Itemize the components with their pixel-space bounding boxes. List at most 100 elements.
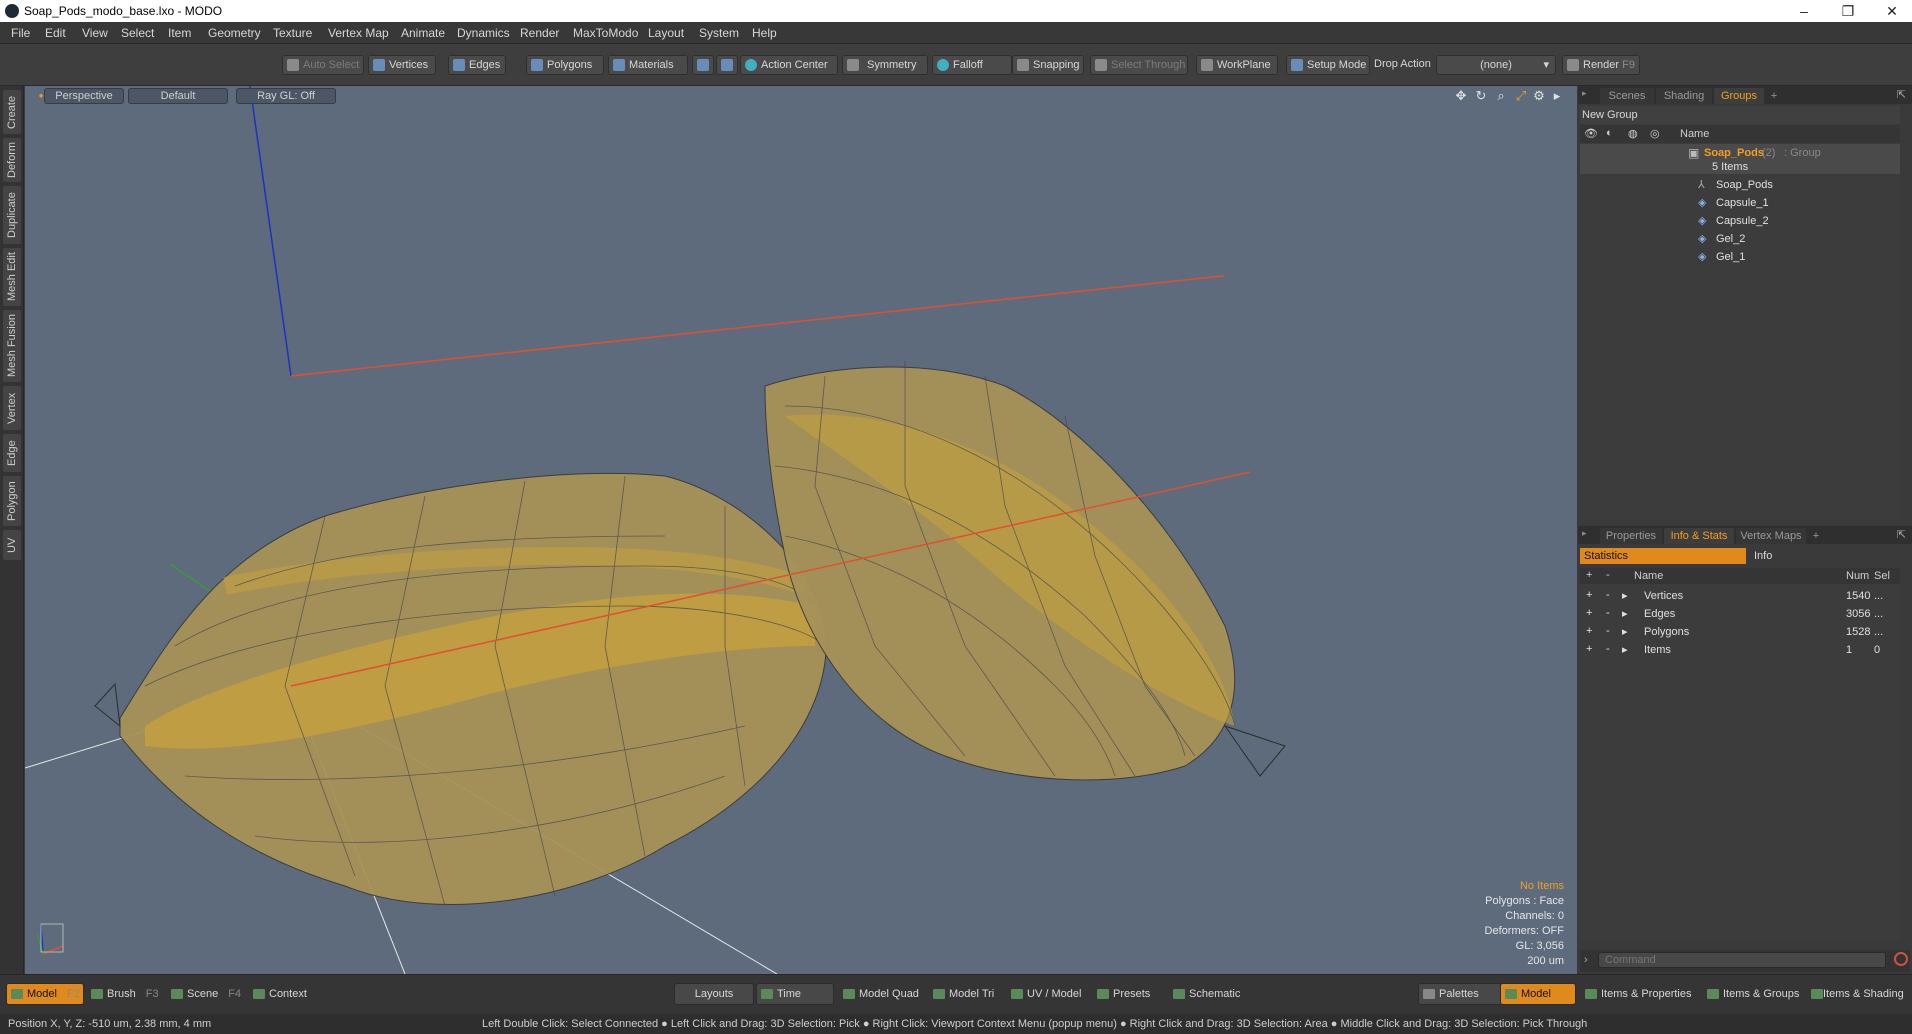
- tab-scenes[interactable]: Scenes: [1600, 88, 1654, 104]
- falloff-button[interactable]: Falloff: [932, 55, 1012, 75]
- raygl-button[interactable]: Ray GL: Off: [236, 88, 336, 104]
- tab-info-stats[interactable]: Info & Stats: [1664, 528, 1734, 544]
- panel-menu-icon[interactable]: ▸: [1582, 88, 1587, 99]
- minus-icon[interactable]: -: [1606, 625, 1610, 637]
- items-groups-tab[interactable]: Items & Groups: [1702, 983, 1806, 1005]
- items-shading-tab[interactable]: Items & Shading: [1806, 983, 1912, 1005]
- drop-action-select[interactable]: (none) ▾: [1436, 55, 1556, 75]
- menu-render[interactable]: Render: [520, 26, 559, 40]
- vertices-button[interactable]: Vertices: [368, 55, 436, 75]
- table-row[interactable]: + - ▸ Polygons 1528...: [1580, 623, 1900, 641]
- statistics-subtab[interactable]: Statistics: [1580, 548, 1746, 564]
- lock-column-icon[interactable]: ◍: [1628, 127, 1638, 140]
- table-row[interactable]: + - ▸ Vertices 1540...: [1580, 587, 1900, 605]
- table-row[interactable]: + - ▸ Edges 3056...: [1580, 605, 1900, 623]
- model-layout-button[interactable]: Model F2: [6, 983, 84, 1005]
- panel-menu-icon[interactable]: ▸: [1582, 528, 1587, 539]
- visibility-column-eye-icon[interactable]: 👁: [1584, 127, 1598, 140]
- menu-item[interactable]: Item: [168, 26, 191, 40]
- menu-dynamics[interactable]: Dynamics: [457, 26, 510, 40]
- tab-vertex-maps[interactable]: Vertex Maps: [1736, 528, 1806, 544]
- menu-help[interactable]: Help: [752, 26, 777, 40]
- tab-groups[interactable]: Groups: [1714, 88, 1764, 104]
- menu-vertex-map[interactable]: Vertex Map: [328, 26, 389, 40]
- menu-geometry[interactable]: Geometry: [208, 26, 261, 40]
- presets-button[interactable]: Presets: [1092, 983, 1168, 1005]
- command-history-icon[interactable]: [1894, 952, 1908, 966]
- minus-icon[interactable]: -: [1606, 607, 1610, 619]
- view-mode-button[interactable]: Perspective: [44, 88, 124, 104]
- tab-properties[interactable]: Properties: [1600, 528, 1662, 544]
- new-group-button[interactable]: New Group: [1582, 109, 1638, 121]
- command-input[interactable]: [1598, 952, 1886, 968]
- tab-mesh-edit[interactable]: Mesh Edit: [3, 248, 21, 306]
- tab-duplicate[interactable]: Duplicate: [3, 186, 21, 244]
- plus-icon[interactable]: +: [1586, 607, 1592, 619]
- items-properties-tab[interactable]: Items & Properties: [1580, 983, 1702, 1005]
- select-through-button[interactable]: Select Through: [1090, 55, 1188, 75]
- soap-pod-right-mesh[interactable]: [764, 361, 1286, 781]
- render-column-icon[interactable]: ◐: [1606, 127, 1613, 139]
- action-center-button[interactable]: Action Center: [740, 55, 838, 75]
- select-column-icon[interactable]: ◎: [1650, 127, 1660, 140]
- minus-icon[interactable]: -: [1606, 643, 1610, 655]
- time-button[interactable]: Time: [756, 983, 834, 1005]
- tab-deform[interactable]: Deform: [3, 138, 21, 182]
- snapping-button[interactable]: Snapping: [1012, 55, 1084, 75]
- model-workspace-button[interactable]: Model: [1500, 983, 1576, 1005]
- minimize-button[interactable]: –: [1784, 1, 1824, 21]
- schematic-button[interactable]: Schematic: [1168, 983, 1260, 1005]
- render-button[interactable]: Render F9: [1562, 55, 1640, 75]
- plus-icon[interactable]: +: [1586, 625, 1592, 637]
- brush-layout-button[interactable]: Brush F3: [86, 983, 164, 1005]
- tab-create[interactable]: Create: [3, 90, 21, 134]
- menu-layout[interactable]: Layout: [648, 26, 684, 40]
- menu-select[interactable]: Select: [121, 26, 154, 40]
- shading-mode-button[interactable]: Default: [128, 88, 228, 104]
- model-quad-button[interactable]: Model Quad: [838, 983, 928, 1005]
- maximize-button[interactable]: ❐: [1828, 1, 1868, 21]
- list-item[interactable]: ◈ Capsule_2: [1580, 212, 1900, 230]
- menu-texture[interactable]: Texture: [273, 26, 312, 40]
- list-item[interactable]: ◈ Gel_1: [1580, 248, 1900, 266]
- menu-edit[interactable]: Edit: [45, 26, 66, 40]
- materials-button[interactable]: Materials: [608, 55, 688, 75]
- table-row[interactable]: + - ▸ Items 1 0: [1580, 641, 1900, 659]
- info-subtab[interactable]: Info: [1748, 548, 1900, 564]
- pan-icon[interactable]: ✥: [1453, 88, 1469, 104]
- tab-shading[interactable]: Shading: [1656, 88, 1712, 104]
- expand-arrow-icon[interactable]: ▸: [1622, 643, 1628, 656]
- rotate-icon[interactable]: ↻: [1473, 88, 1489, 104]
- panel-popout-icon[interactable]: ⇱: [1897, 528, 1906, 541]
- uv-model-button[interactable]: UV / Model: [1006, 983, 1092, 1005]
- viewport-scene[interactable]: [25, 86, 1577, 974]
- plus-icon[interactable]: +: [1586, 589, 1592, 601]
- palettes-button[interactable]: Palettes: [1418, 983, 1502, 1005]
- edges-button[interactable]: Edges: [448, 55, 506, 75]
- workplane-button[interactable]: WorkPlane: [1196, 55, 1278, 75]
- expand-arrow-icon[interactable]: ▸: [1622, 589, 1628, 602]
- context-layout-button[interactable]: Context: [248, 983, 322, 1005]
- menu-view[interactable]: View: [82, 26, 108, 40]
- expand-arrow-icon[interactable]: ▸: [1622, 625, 1628, 638]
- setup-mode-button[interactable]: Setup Mode: [1286, 55, 1370, 75]
- menu-animate[interactable]: Animate: [401, 26, 445, 40]
- list-item[interactable]: ⅄ Soap_Pods: [1580, 176, 1900, 194]
- tab-mesh-fusion[interactable]: Mesh Fusion: [3, 310, 21, 382]
- symmetry-button[interactable]: Symmetry: [842, 55, 928, 75]
- 3d-viewport[interactable]: [25, 86, 1577, 974]
- list-item[interactable]: ◈ Gel_2: [1580, 230, 1900, 248]
- add-tab-button[interactable]: +: [1808, 528, 1824, 544]
- zoom-icon[interactable]: ⌕: [1493, 88, 1509, 104]
- expand-all-icon[interactable]: +: [1586, 569, 1592, 581]
- tab-uv[interactable]: UV: [3, 530, 21, 560]
- select-mode-b-button[interactable]: [716, 55, 738, 75]
- tab-polygon[interactable]: Polygon: [3, 476, 21, 526]
- plus-icon[interactable]: +: [1586, 643, 1592, 655]
- tab-edge[interactable]: Edge: [3, 434, 21, 472]
- add-tab-button[interactable]: +: [1766, 88, 1782, 104]
- viewport-expand-arrow-icon[interactable]: ▸: [1549, 88, 1565, 104]
- polygons-button[interactable]: Polygons: [526, 55, 604, 75]
- viewport-settings-gear-icon[interactable]: ⚙: [1531, 88, 1547, 104]
- minus-icon[interactable]: -: [1606, 589, 1610, 601]
